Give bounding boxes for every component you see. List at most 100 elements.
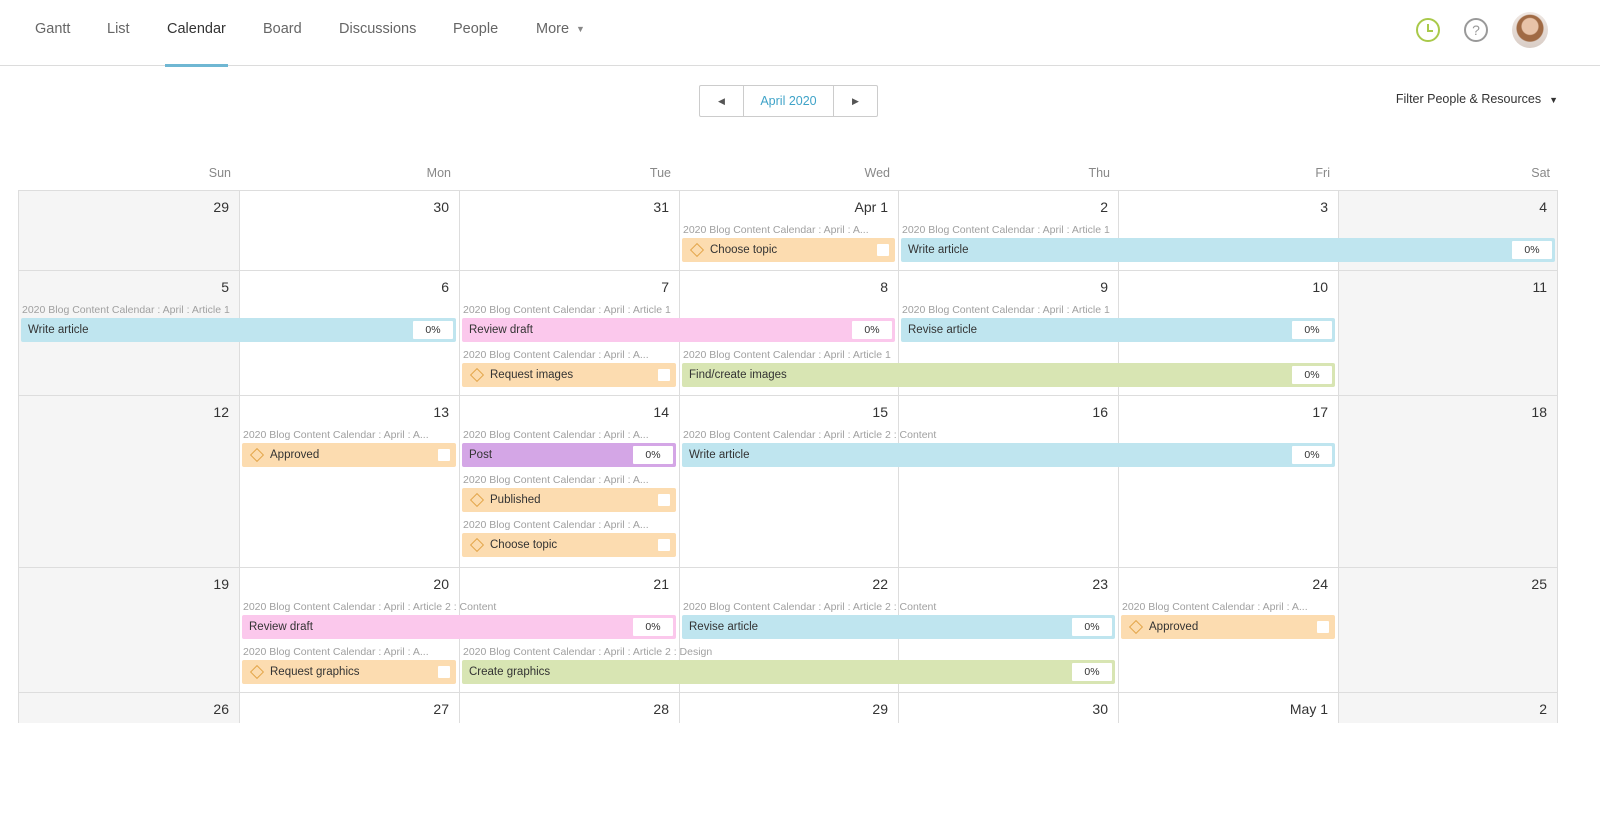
day-cell[interactable]: 13 xyxy=(239,396,459,568)
task-bar[interactable]: Post 0% xyxy=(462,443,676,467)
task-bar[interactable]: Revise article 0% xyxy=(682,615,1115,639)
day-number: 7 xyxy=(661,279,669,295)
tab-discussions[interactable]: Discussions xyxy=(339,0,416,66)
tab-more[interactable]: More ▼ xyxy=(536,0,585,66)
milestone-bar[interactable]: Choose topic xyxy=(682,238,895,262)
day-cell[interactable]: 19 xyxy=(18,568,239,693)
current-month-label[interactable]: April 2020 xyxy=(743,86,834,116)
progress-percent[interactable]: 0% xyxy=(1512,241,1552,259)
month-navigator: ◀ April 2020 ▶ xyxy=(699,85,878,117)
task-bar[interactable]: Find/create images 0% xyxy=(682,363,1335,387)
day-number: 17 xyxy=(1312,404,1328,420)
day-cell[interactable]: 27 xyxy=(239,693,459,723)
day-number: 11 xyxy=(1532,279,1547,295)
milestone-checkbox[interactable] xyxy=(658,494,670,506)
next-month-button[interactable]: ▶ xyxy=(834,86,877,116)
day-cell[interactable]: 12 xyxy=(18,396,239,568)
tab-people[interactable]: People xyxy=(453,0,498,66)
tab-gantt[interactable]: Gantt xyxy=(35,0,70,66)
task-bar[interactable]: Revise article 0% xyxy=(901,318,1335,342)
event-breadcrumb: 2020 Blog Content Calendar : April : A..… xyxy=(683,224,869,236)
day-number: 29 xyxy=(872,701,888,717)
filter-people-resources-dropdown[interactable]: Filter People & Resources ▼ xyxy=(1396,92,1558,106)
progress-percent[interactable]: 0% xyxy=(1072,663,1112,681)
milestone-diamond-icon xyxy=(249,447,265,463)
task-bar[interactable]: Write article 0% xyxy=(21,318,456,342)
day-cell[interactable]: 26 xyxy=(18,693,239,723)
progress-percent[interactable]: 0% xyxy=(1292,321,1332,339)
day-number: 5 xyxy=(221,279,229,295)
milestone-bar[interactable]: Published xyxy=(462,488,676,512)
event-title: Create graphics xyxy=(469,666,551,678)
milestone-checkbox[interactable] xyxy=(877,244,889,256)
tab-list[interactable]: List xyxy=(107,0,130,66)
event-title: Approved xyxy=(270,449,320,461)
event-breadcrumb: 2020 Blog Content Calendar : April : A..… xyxy=(243,646,429,658)
day-number: 27 xyxy=(433,701,449,717)
progress-percent[interactable]: 0% xyxy=(633,618,673,636)
milestone-bar[interactable]: Approved xyxy=(1121,615,1335,639)
user-avatar[interactable] xyxy=(1512,12,1548,48)
progress-percent[interactable]: 0% xyxy=(1072,618,1112,636)
day-number: May 1 xyxy=(1289,701,1328,717)
progress-percent[interactable]: 0% xyxy=(852,321,892,339)
day-number: Apr 1 xyxy=(854,199,888,215)
day-cell[interactable]: 2 xyxy=(1338,693,1558,723)
task-bar[interactable]: Create graphics 0% xyxy=(462,660,1115,684)
tab-board[interactable]: Board xyxy=(263,0,302,66)
clock-icon[interactable] xyxy=(1416,18,1440,42)
milestone-checkbox[interactable] xyxy=(658,369,670,381)
prev-month-button[interactable]: ◀ xyxy=(700,86,743,116)
milestone-diamond-icon xyxy=(689,242,705,258)
event-title: Review draft xyxy=(469,324,533,336)
milestone-checkbox[interactable] xyxy=(438,666,450,678)
weekday-tue: Tue xyxy=(649,166,671,180)
day-number: 14 xyxy=(653,404,669,420)
day-cell[interactable]: 11 xyxy=(1338,271,1558,396)
weekday-sun: Sun xyxy=(208,166,231,180)
milestone-checkbox[interactable] xyxy=(658,539,670,551)
day-cell[interactable]: 16 xyxy=(898,396,1118,568)
event-breadcrumb: 2020 Blog Content Calendar : April : A..… xyxy=(463,429,649,441)
day-cell[interactable]: 29 xyxy=(18,191,239,271)
milestone-checkbox[interactable] xyxy=(1317,621,1329,633)
progress-percent[interactable]: 0% xyxy=(1292,366,1332,384)
day-cell[interactable]: 25 xyxy=(1338,568,1558,693)
event-title: Choose topic xyxy=(710,244,778,256)
progress-percent[interactable]: 0% xyxy=(1292,446,1332,464)
task-bar[interactable]: Review draft 0% xyxy=(462,318,895,342)
caret-down-icon: ▼ xyxy=(1549,95,1558,105)
weekday-fri: Fri xyxy=(1315,166,1330,180)
progress-percent[interactable]: 0% xyxy=(413,321,453,339)
event-breadcrumb: 2020 Blog Content Calendar : April : Art… xyxy=(243,601,497,613)
milestone-checkbox[interactable] xyxy=(438,449,450,461)
milestone-bar[interactable]: Request graphics xyxy=(242,660,456,684)
day-cell[interactable]: 30 xyxy=(898,693,1118,723)
event-title: Choose topic xyxy=(490,539,558,551)
task-bar[interactable]: Write article 0% xyxy=(901,238,1555,262)
help-icon[interactable]: ? xyxy=(1464,18,1488,42)
tab-calendar[interactable]: Calendar xyxy=(165,0,228,67)
day-cell[interactable]: 29 xyxy=(679,693,898,723)
task-bar[interactable]: Review draft 0% xyxy=(242,615,676,639)
day-cell[interactable]: 17 xyxy=(1118,396,1338,568)
milestone-bar[interactable]: Choose topic xyxy=(462,533,676,557)
day-number: 9 xyxy=(1100,279,1108,295)
event-title: Write article xyxy=(689,449,750,461)
day-cell[interactable]: 15 xyxy=(679,396,898,568)
event-breadcrumb: 2020 Blog Content Calendar : April : Art… xyxy=(902,304,1110,316)
day-cell[interactable]: 28 xyxy=(459,693,679,723)
day-number: 10 xyxy=(1312,279,1328,295)
day-cell[interactable]: May 1 xyxy=(1118,693,1338,723)
filter-label: Filter People & Resources xyxy=(1395,92,1542,106)
task-bar[interactable]: Write article 0% xyxy=(682,443,1335,467)
day-cell[interactable]: 30 xyxy=(239,191,459,271)
calendar-grid: 29 30 31 Apr 1 2 3 4 5 6 7 8 9 10 11 12 13 14 15 16 17 18 19 2… xyxy=(18,190,1558,723)
day-cell[interactable]: 18 xyxy=(1338,396,1558,568)
progress-percent[interactable]: 0% xyxy=(633,446,673,464)
day-number: 30 xyxy=(433,199,449,215)
day-number: 20 xyxy=(433,576,449,592)
milestone-bar[interactable]: Request images xyxy=(462,363,676,387)
milestone-bar[interactable]: Approved xyxy=(242,443,456,467)
day-cell[interactable]: 31 xyxy=(459,191,679,271)
